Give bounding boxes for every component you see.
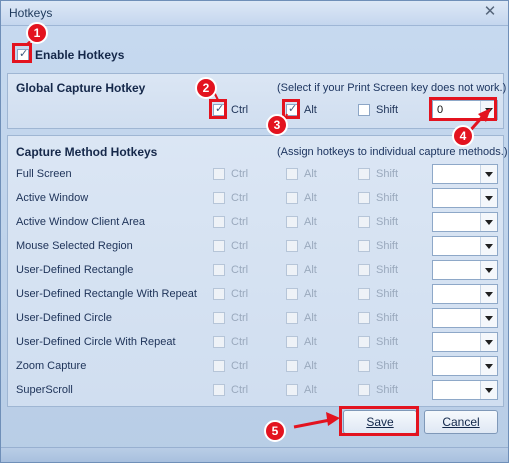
annotation-badge-5: 5 xyxy=(264,420,286,442)
annotation-badge-1: 1 xyxy=(26,22,48,44)
annotation-arrows xyxy=(25,35,491,429)
arrow-5-head xyxy=(326,412,340,426)
arrow-5 xyxy=(293,418,331,429)
annotation-badge-4: 4 xyxy=(452,125,474,147)
annotation-badge-3: 3 xyxy=(266,114,288,136)
annotation-badge-2: 2 xyxy=(195,77,217,99)
